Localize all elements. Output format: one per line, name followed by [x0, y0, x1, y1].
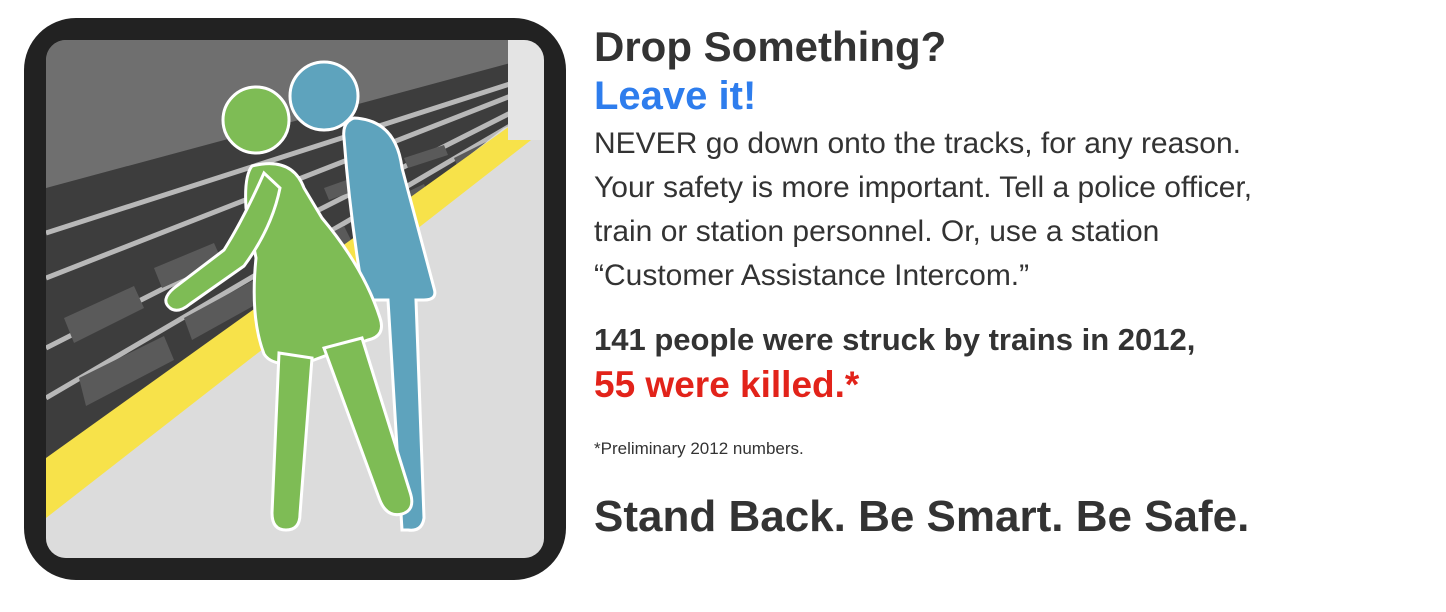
platform-illustration	[24, 18, 566, 580]
safety-instructions: NEVER go down onto the tracks, for any r…	[594, 122, 1424, 298]
platform-pillar	[508, 40, 544, 140]
slogan: Stand Back. Be Smart. Be Safe.	[594, 492, 1250, 541]
instruction-line: Your safety is more important. Tell a po…	[594, 171, 1253, 204]
instruction-line: train or station personnel. Or, use a st…	[594, 215, 1160, 248]
headline: Drop Something?	[594, 23, 947, 70]
footnote: *Preliminary 2012 numbers.	[594, 439, 804, 458]
statistic-text: 141 people were struck by trains in 2012…	[594, 322, 1196, 357]
instruction-line: “Customer Assistance Intercom.”	[594, 259, 1030, 292]
statistic-highlight: 55 were killed.*	[594, 364, 860, 405]
subheadline: Leave it!	[594, 74, 757, 118]
message-column: Drop Something? Leave it! NEVER go down …	[594, 22, 1424, 543]
instruction-line: NEVER go down onto the tracks, for any r…	[594, 127, 1242, 160]
subway-platform-safety-icon	[24, 18, 566, 580]
